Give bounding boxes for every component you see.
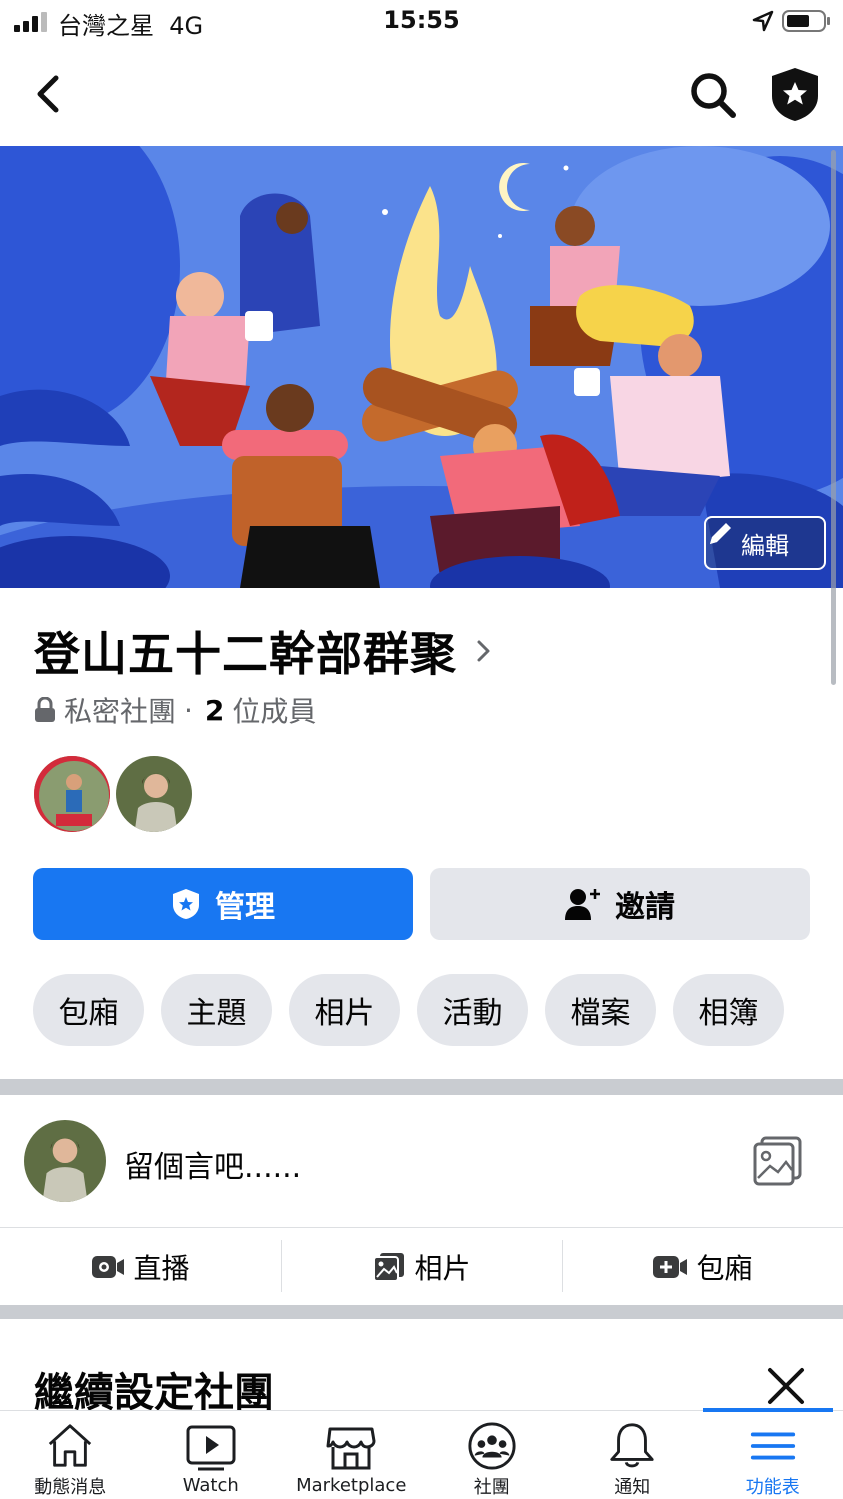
bottom-tab-bar: 動態消息 Watch Marketplace 社團 通知 功能表	[0, 1408, 843, 1499]
video-room-icon	[653, 1255, 688, 1278]
cover-photo[interactable]: 編輯	[0, 146, 843, 588]
group-tabs: 包廂 主題 相片 活動 檔案 相簿	[33, 974, 784, 1046]
clock: 15:55	[383, 6, 460, 34]
marketplace-icon	[326, 1427, 376, 1470]
tab-label: Marketplace	[296, 1475, 407, 1496]
section-divider	[0, 1305, 843, 1319]
member-avatars[interactable]	[32, 754, 194, 834]
meta-separator: ·	[184, 693, 193, 727]
chip-files[interactable]: 檔案	[545, 974, 656, 1046]
section-divider	[0, 1079, 843, 1095]
photo-label: 相片	[414, 1251, 471, 1285]
tab-label: 通知	[614, 1477, 651, 1498]
add-photo-icon[interactable]	[752, 1134, 804, 1186]
tab-label: 社團	[473, 1477, 510, 1498]
avatar[interactable]	[114, 754, 194, 834]
group-meta: 私密社團 · 2 位成員	[34, 690, 316, 730]
member-count[interactable]: 2	[205, 694, 224, 727]
chip-albums[interactable]: 相簿	[673, 974, 784, 1046]
admin-shield-icon	[173, 889, 199, 919]
edit-cover-label: 編輯	[741, 531, 789, 560]
close-icon[interactable]	[764, 1364, 808, 1408]
search-icon[interactable]	[688, 70, 738, 120]
post-composer-input[interactable]: 留個言吧......	[124, 1142, 301, 1186]
tab-menu[interactable]: 功能表	[702, 1408, 843, 1499]
chip-rooms[interactable]: 包廂	[33, 974, 144, 1046]
lock-icon	[35, 697, 55, 722]
group-title[interactable]: 登山五十二幹部群聚	[34, 618, 493, 684]
invite-label: 邀請	[615, 890, 675, 925]
tab-groups[interactable]: 社團	[422, 1411, 563, 1499]
location-arrow-icon	[752, 10, 774, 32]
photo-icon	[373, 1252, 405, 1282]
tab-marketplace[interactable]: Marketplace	[281, 1411, 422, 1499]
back-arrow-icon[interactable]	[28, 72, 68, 116]
room-button[interactable]: 包廂	[562, 1228, 843, 1305]
avatar[interactable]	[24, 1120, 106, 1202]
tab-notifications[interactable]: 通知	[562, 1411, 703, 1499]
home-icon	[49, 1424, 92, 1467]
room-label: 包廂	[696, 1251, 753, 1285]
status-bar: 台灣之星 4G 15:55	[0, 0, 843, 44]
invite-button[interactable]: 邀請	[430, 868, 810, 940]
manage-button[interactable]: 管理	[33, 868, 413, 940]
chip-photos[interactable]: 相片	[289, 974, 400, 1046]
chevron-right-icon	[477, 640, 490, 662]
admin-shield-icon[interactable]	[768, 66, 822, 122]
tab-label: Watch	[182, 1475, 239, 1496]
watch-icon	[186, 1425, 236, 1471]
nav-bar	[0, 44, 843, 146]
edit-cover-button[interactable]: 編輯	[704, 516, 826, 570]
groups-icon	[468, 1422, 516, 1470]
privacy-label: 私密社團	[64, 695, 177, 728]
live-video-icon	[92, 1255, 125, 1278]
chip-events[interactable]: 活動	[417, 974, 528, 1046]
avatar[interactable]	[32, 754, 112, 834]
live-button[interactable]: 直播	[0, 1228, 281, 1305]
member-suffix[interactable]: 位成員	[232, 690, 316, 730]
manage-label: 管理	[215, 890, 275, 925]
tab-label: 動態消息	[34, 1477, 107, 1498]
tab-label: 功能表	[745, 1477, 800, 1498]
group-title-text: 登山五十二幹部群聚	[34, 627, 457, 681]
menu-icon	[750, 1432, 795, 1460]
bell-icon	[610, 1423, 654, 1468]
tab-news-feed[interactable]: 動態消息	[0, 1411, 141, 1499]
photo-button[interactable]: 相片	[281, 1228, 562, 1305]
pencil-icon	[710, 523, 731, 544]
tab-watch[interactable]: Watch	[141, 1411, 282, 1499]
chip-topics[interactable]: 主題	[161, 974, 272, 1046]
battery-icon	[782, 10, 830, 32]
composer-actions: 直播 相片 包廂	[0, 1227, 843, 1305]
live-label: 直播	[133, 1251, 190, 1285]
add-person-icon	[565, 889, 600, 920]
scrollbar[interactable]	[831, 150, 836, 685]
